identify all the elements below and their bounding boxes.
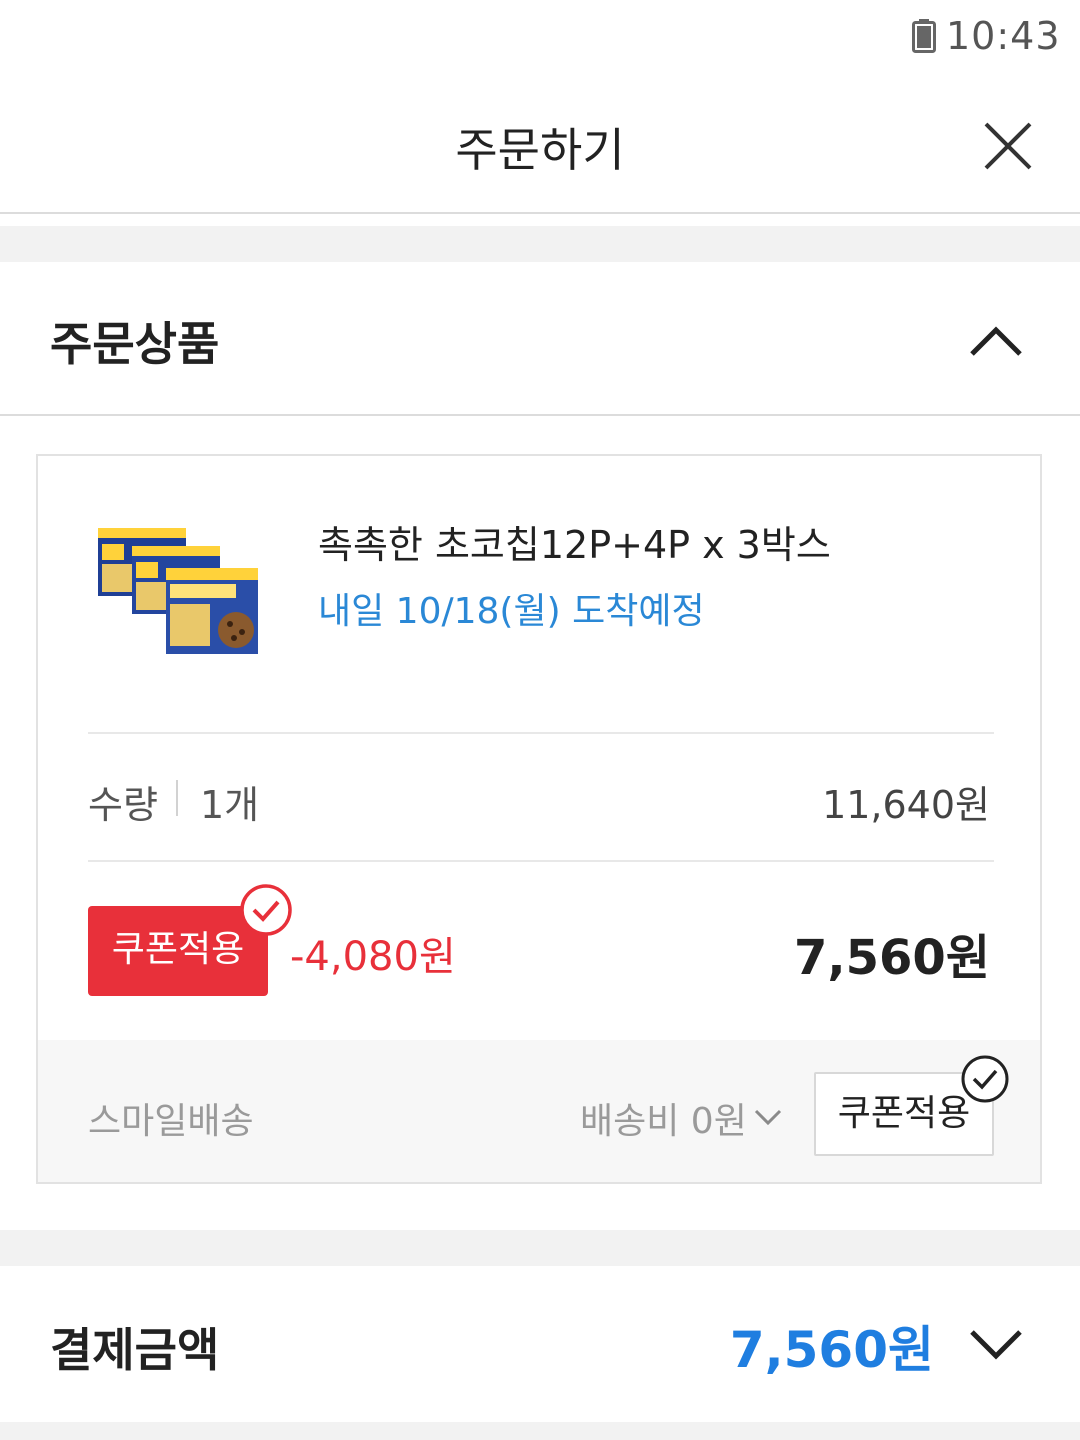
check-circle-icon [240,884,292,936]
payment-section-header[interactable]: 결제금액 7,560원 [0,1266,1080,1422]
order-item-card: 촉촉한 초코칩12P+4P x 3박스 내일 10/18(월) 도착예정 수량 … [36,454,1042,1184]
page-title: 주문하기 [455,123,625,177]
item-final-price: 7,560원 [794,930,990,986]
shipping-row: 스마일배송 배송비 0원 쿠폰적용 [38,1040,1040,1182]
total-payment-amount: 7,560원 [729,1321,934,1379]
coupon-discount: -4,080원 [290,934,456,980]
payment-section-title: 결제금액 [50,1323,220,1377]
chevron-up-icon[interactable] [968,322,1024,358]
delivery-estimate: 내일 10/18(월) 도착예정 [318,591,705,632]
section-gap [0,1230,1080,1266]
chevron-down-icon[interactable] [968,1328,1024,1364]
section-gap [0,1422,1080,1440]
shipping-fee[interactable]: 배송비 0원 [580,1092,747,1144]
product-name[interactable]: 촉촉한 초코칩12P+4P x 3박스 [318,514,831,569]
quantity-separator [176,780,178,816]
order-section-header[interactable]: 주문상품 [0,262,1080,416]
chevron-down-icon[interactable] [754,1108,782,1126]
quantity-label: 수량 [88,783,158,827]
header: 주문하기 [0,80,1080,214]
divider [88,860,994,862]
quantity-value: 1개 [200,783,260,827]
order-section-title: 주문상품 [50,317,220,371]
status-time: 10:43 [946,14,1061,58]
check-circle-icon [961,1055,1009,1103]
status-bar: 10:43 [0,0,1080,80]
shipping-type: 스마일배송 [88,1101,254,1142]
divider [88,732,994,734]
product-image[interactable] [96,522,266,662]
original-price: 11,640원 [822,783,990,827]
battery-icon [912,19,936,53]
close-icon[interactable] [980,118,1036,174]
section-gap [0,226,1080,262]
